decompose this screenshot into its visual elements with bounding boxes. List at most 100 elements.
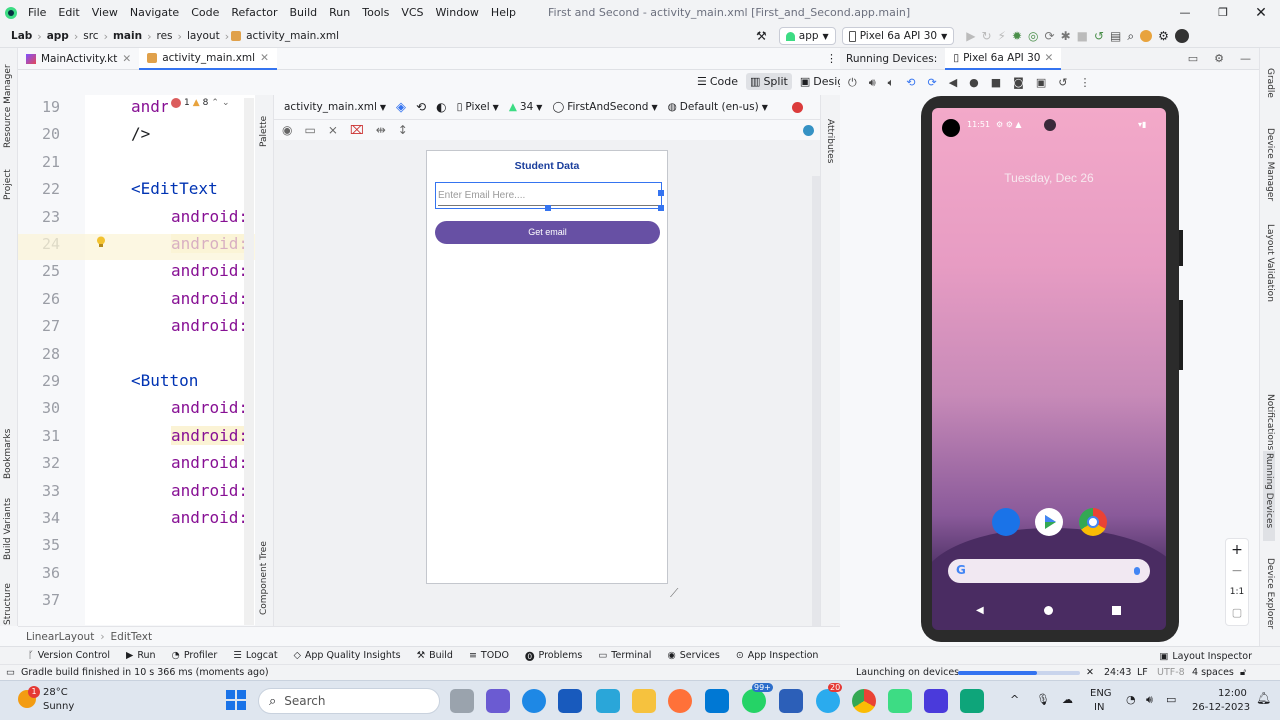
- margin-icon[interactable]: ▭: [304, 123, 315, 137]
- lightbulb-icon[interactable]: [96, 236, 106, 248]
- new-tab-icon[interactable]: ▭: [1188, 52, 1198, 65]
- taskbar-search[interactable]: ⌕ Search: [258, 688, 440, 714]
- menu-view[interactable]: View: [86, 0, 124, 25]
- canvas-resize-icon[interactable]: ⟋: [670, 586, 678, 601]
- overview-icon[interactable]: ■: [991, 76, 1001, 89]
- layout-preview[interactable]: Student Data Enter Email Here.... Get em…: [426, 150, 668, 584]
- language-2[interactable]: IN: [1094, 702, 1104, 713]
- resource-manager-tab[interactable]: Resource Manager: [3, 58, 13, 148]
- google-search-bar[interactable]: G: [948, 559, 1150, 583]
- menu-tools[interactable]: Tools: [356, 0, 395, 25]
- device-selector[interactable]: Pixel 6a API 30 ▼: [841, 27, 955, 45]
- home-icon[interactable]: ●: [969, 76, 979, 89]
- close-tab-icon[interactable]: ✕: [1044, 52, 1053, 64]
- run-icon[interactable]: ▶: [966, 29, 975, 43]
- breadcrumb-app[interactable]: app: [44, 30, 72, 42]
- edge-icon[interactable]: [522, 689, 546, 713]
- vscode-alt-icon[interactable]: [596, 689, 620, 713]
- component-tree-tab[interactable]: Component Tree: [259, 535, 269, 615]
- rerun-icon[interactable]: ↻: [981, 29, 991, 43]
- firefox-icon[interactable]: [668, 689, 692, 713]
- search-icon[interactable]: ⌕: [1127, 29, 1134, 44]
- code-editor[interactable]: andr /> <EditText android: android: android: a…: [85, 95, 255, 625]
- more-run-icon[interactable]: ✱: [1061, 29, 1071, 43]
- menu-build[interactable]: Build: [284, 0, 324, 25]
- todo-tab[interactable]: ≡ TODO: [461, 647, 517, 665]
- project-tab[interactable]: Project: [3, 160, 13, 200]
- start-icon[interactable]: [225, 689, 247, 711]
- close-icon[interactable]: ✕: [1242, 5, 1280, 21]
- play-store-app-icon[interactable]: [1035, 508, 1063, 536]
- chevron-up-icon[interactable]: ^: [1010, 693, 1019, 706]
- zoom-actual-size[interactable]: 1:1: [1226, 581, 1248, 603]
- preview-device-selector[interactable]: ▯ Pixel ▼: [457, 101, 499, 113]
- autoconnect-icon[interactable]: ⨯: [328, 123, 338, 137]
- version-control-tab[interactable]: ᚴ Version Control: [20, 647, 118, 665]
- chevron-up-icon[interactable]: ⌃: [211, 98, 219, 108]
- android-studio-taskbar-icon[interactable]: [888, 689, 912, 713]
- mic-icon[interactable]: [1134, 567, 1140, 575]
- gear-icon[interactable]: ⚙: [1214, 52, 1224, 65]
- emulator-taskbar-icon[interactable]: [960, 689, 984, 713]
- profile-icon[interactable]: ◎: [1028, 29, 1038, 43]
- lock-icon[interactable]: 🔓︎: [1240, 667, 1246, 678]
- layout-validation-tab[interactable]: Layout Validation: [1265, 224, 1275, 302]
- file-encoding[interactable]: UTF-8: [1157, 667, 1185, 678]
- attach-debugger-icon[interactable]: ⟳: [1045, 29, 1055, 43]
- device-manager-icon[interactable]: ▤: [1110, 29, 1121, 43]
- api-selector[interactable]: ▲ 34 ▼: [509, 101, 543, 113]
- bookmarks-tab[interactable]: Bookmarks: [3, 424, 13, 479]
- minimize-icon[interactable]: —: [1166, 6, 1204, 19]
- nav-home-icon[interactable]: [1044, 606, 1053, 615]
- preview-get-email-button[interactable]: Get email: [435, 221, 660, 244]
- close-tab-icon[interactable]: ✕: [122, 53, 131, 65]
- clear-constraints-icon[interactable]: ⌧: [350, 123, 364, 137]
- split-mode-button[interactable]: ▥ Split: [746, 73, 792, 90]
- power-icon[interactable]: ⏻: [848, 76, 857, 90]
- pack-icon[interactable]: ⇹: [376, 123, 386, 137]
- onedrive-icon[interactable]: ☁: [1062, 693, 1073, 706]
- build-variants-tab[interactable]: Build Variants: [3, 498, 13, 560]
- indent-setting[interactable]: 4 spaces: [1192, 667, 1234, 678]
- breadcrumb-linearlayout[interactable]: LinearLayout: [26, 631, 94, 643]
- breadcrumb-main[interactable]: main: [110, 30, 145, 42]
- menu-window[interactable]: Window: [430, 0, 485, 25]
- menu-run[interactable]: Run: [323, 0, 356, 25]
- hide-icon[interactable]: —: [1240, 52, 1251, 65]
- run-config-selector[interactable]: app ▼: [778, 27, 836, 45]
- theme-selector[interactable]: ◯ FirstAndSecond ▼: [552, 101, 657, 113]
- weather-sun-icon[interactable]: 1: [18, 686, 40, 708]
- build-tab[interactable]: ⚒ Build: [409, 647, 461, 665]
- resize-handle[interactable]: [658, 190, 664, 196]
- screenshot-icon[interactable]: ◙: [1013, 76, 1024, 89]
- breadcrumb-res[interactable]: res: [154, 30, 176, 42]
- tab-mainactivity[interactable]: MainActivity.kt ✕: [18, 48, 139, 70]
- menu-help[interactable]: Help: [485, 0, 522, 25]
- layout-inspector-tab[interactable]: ▣ Layout Inspector: [1151, 647, 1260, 665]
- record-icon[interactable]: ▣: [1036, 76, 1046, 89]
- device-side-button[interactable]: [1179, 230, 1183, 266]
- menu-refactor[interactable]: Refactor: [225, 0, 283, 25]
- task-view-icon[interactable]: [450, 689, 474, 713]
- canvas-scrollbar[interactable]: [812, 176, 820, 626]
- debug-icon[interactable]: ✹: [1012, 29, 1022, 43]
- palette-tab[interactable]: Palette: [259, 107, 269, 147]
- volume-icon[interactable]: 🔊︎: [1146, 693, 1153, 707]
- breadcrumb-lab[interactable]: Lab: [8, 30, 35, 42]
- sync-icon[interactable]: ↺: [1094, 29, 1104, 43]
- mic-icon[interactable]: 🎙︎: [1036, 693, 1050, 706]
- zoom-out-icon[interactable]: −: [1226, 561, 1248, 581]
- notifications-tab[interactable]: Notifications: [1265, 394, 1275, 450]
- device-explorer-tab[interactable]: Device Explorer: [1265, 558, 1275, 629]
- vscode-icon[interactable]: [705, 689, 729, 713]
- nav-back-icon[interactable]: ◀: [976, 605, 984, 616]
- zoom-fit-icon[interactable]: ▢: [1226, 603, 1248, 623]
- code-mode-button[interactable]: ☰ Code: [693, 73, 742, 90]
- back-icon[interactable]: ◀: [949, 76, 957, 89]
- language-1[interactable]: ENG: [1090, 688, 1112, 699]
- word-icon[interactable]: [558, 689, 582, 713]
- tab-pixel6a[interactable]: ▯ Pixel 6a API 30 ✕: [945, 47, 1062, 70]
- clock-time[interactable]: 12:00: [1218, 688, 1247, 699]
- maximize-icon[interactable]: ❐: [1204, 6, 1242, 19]
- reset-icon[interactable]: ↺: [1058, 76, 1067, 89]
